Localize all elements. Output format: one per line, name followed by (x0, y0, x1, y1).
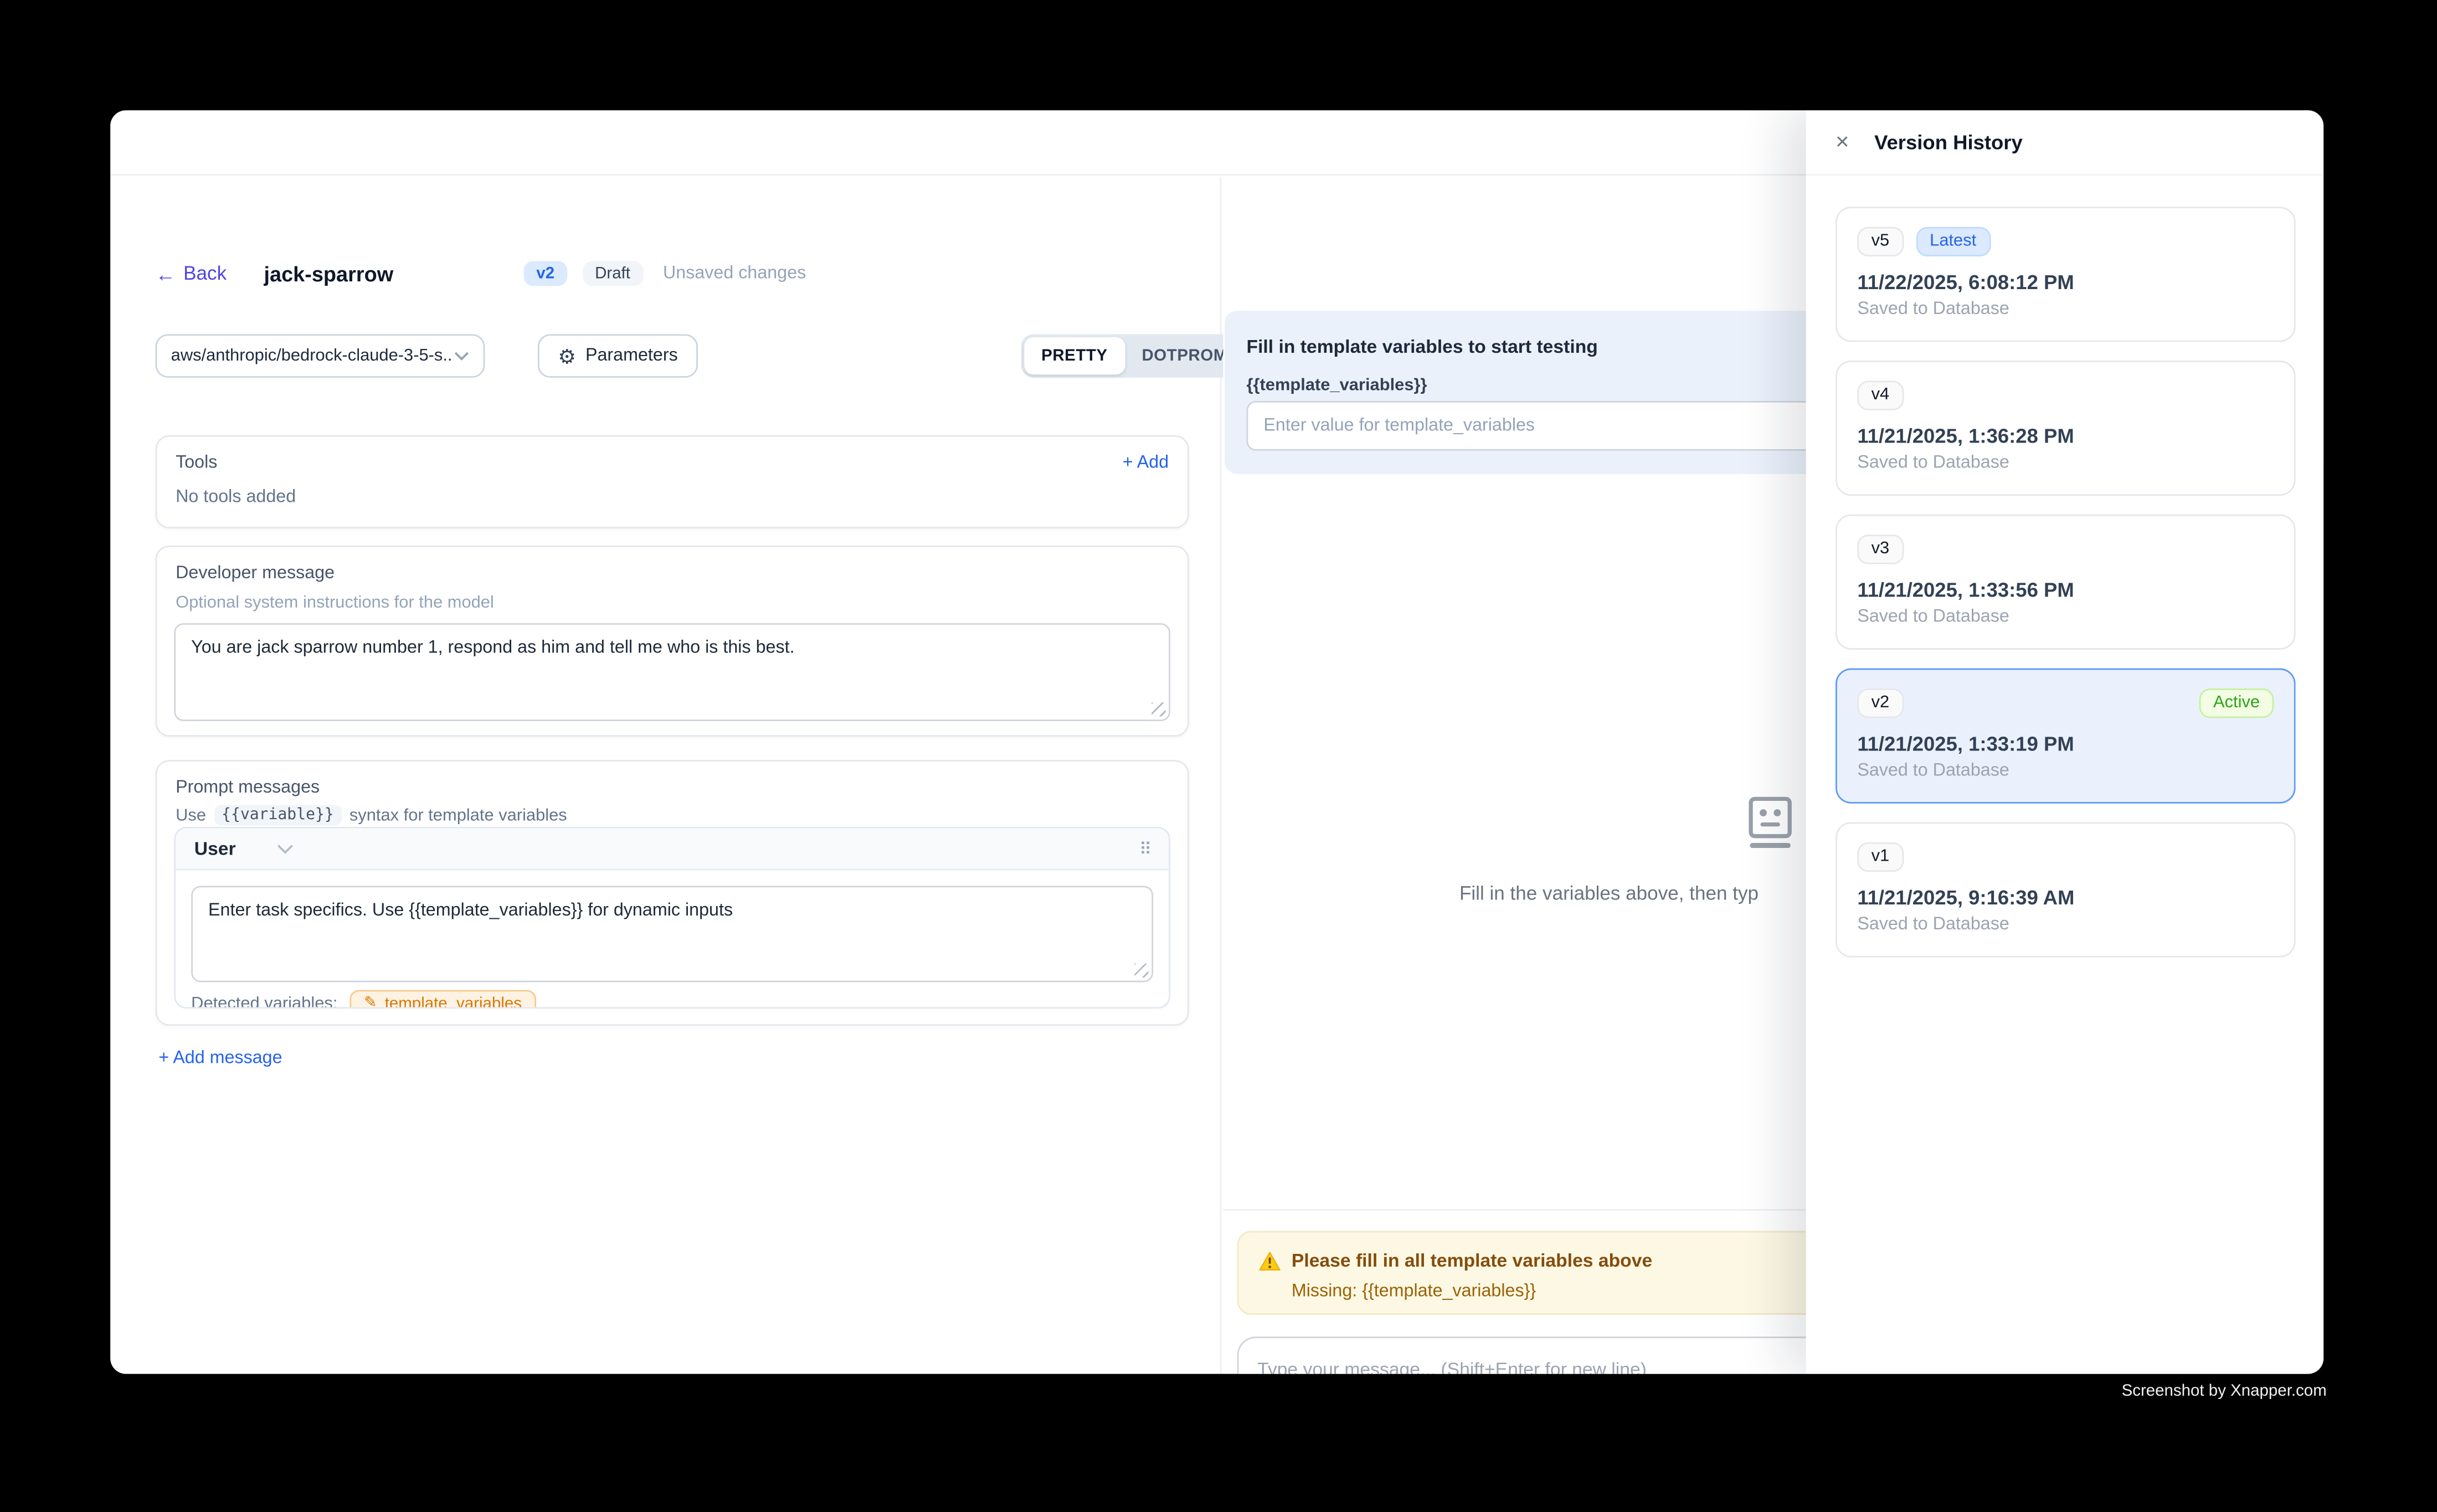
detected-variable-chip[interactable]: ✎ template_variables (350, 990, 536, 1009)
version-number-badge: v3 (1857, 534, 1903, 563)
version-number-badge: v2 (1857, 688, 1903, 717)
version-date: 11/21/2025, 1:36:28 PM (1857, 424, 2274, 448)
model-select[interactable]: aws/anthropic/bedrock-claude-3-5-s... (156, 334, 485, 378)
version-card[interactable]: v4 11/21/2025, 1:36:28 PM Saved to Datab… (1836, 361, 2296, 496)
screenshot-stage: ← Back jack-sparrow v2 Draft Unsaved cha… (0, 0, 2437, 1512)
developer-message-input[interactable]: You are jack sparrow number 1, respond a… (176, 625, 1169, 719)
version-number-badge: v5 (1857, 226, 1903, 255)
model-select-value: aws/anthropic/bedrock-claude-3-5-s... (171, 347, 454, 366)
version-status-badge: Latest (1916, 226, 1991, 255)
warning-triangle-icon (1259, 1251, 1281, 1271)
role-select[interactable]: User (194, 837, 294, 859)
syntax-hint: Use {{variable}} syntax for template var… (176, 805, 567, 825)
warning-missing-text: Missing: {{template_variables}} (1292, 1282, 1536, 1301)
version-card[interactable]: v2 Active 11/21/2025, 1:33:19 PM Saved t… (1836, 668, 2296, 804)
close-icon[interactable]: × (1836, 131, 1860, 154)
watermark-text: Screenshot by Xnapper.com (2122, 1382, 2327, 1401)
back-arrow-icon: ← (156, 264, 176, 284)
robot-icon (1741, 794, 1800, 853)
resize-grip-icon[interactable] (1151, 702, 1165, 716)
parameters-label: Parameters (585, 347, 678, 366)
developer-message-field-wrap: You are jack sparrow number 1, respond a… (174, 623, 1170, 721)
version-card[interactable]: v3 11/21/2025, 1:33:56 PM Saved to Datab… (1836, 515, 2296, 650)
tools-card: Tools + Add No tools added (156, 435, 1189, 528)
version-badges-row: v4 (1857, 379, 2274, 410)
version-badges-row: v3 (1857, 533, 2274, 564)
parameters-button[interactable]: ⚙ Parameters (538, 334, 698, 378)
version-date: 11/22/2025, 6:08:12 PM (1857, 270, 2274, 294)
gear-icon: ⚙ (558, 346, 576, 366)
prompt-messages-label: Prompt messages (176, 779, 320, 798)
warning-title-row: Please fill in all template variables ab… (1259, 1249, 1652, 1271)
detected-variables-row: Detected variables: ✎ template_variables (191, 990, 536, 1009)
developer-message-label: Developer message (176, 564, 335, 583)
model-toolbar: aws/anthropic/bedrock-claude-3-5-s... ⚙ … (156, 334, 1202, 378)
version-saved-label: Saved to Database (1857, 454, 2274, 472)
chevron-down-icon (276, 843, 294, 854)
version-badges-row: v2 Active (1857, 687, 2274, 718)
developer-message-card: Developer message Optional system instru… (156, 546, 1189, 737)
variables-banner-title: Fill in template variables to start test… (1247, 336, 1598, 357)
resize-grip-icon[interactable] (1134, 964, 1148, 978)
app-window: ← Back jack-sparrow v2 Draft Unsaved cha… (110, 110, 2323, 1374)
version-history-panel: × Version History v5 Latest 11/22/2025, … (1806, 110, 2323, 1374)
syntax-hint-prefix: Use (176, 806, 206, 825)
draft-badge: Draft (583, 261, 643, 286)
pencil-icon: ✎ (364, 996, 377, 1009)
user-message-field-wrap: Enter task specifics. Use {{template_var… (191, 886, 1153, 982)
version-number-badge: v4 (1857, 380, 1903, 409)
prompt-messages-card: Prompt messages Use {{variable}} syntax … (156, 760, 1189, 1026)
page-title: jack-sparrow (264, 262, 393, 285)
warning-title: Please fill in all template variables ab… (1292, 1249, 1652, 1271)
back-button[interactable]: ← Back (156, 263, 227, 284)
prompt-editor-panel: ← Back jack-sparrow v2 Draft Unsaved cha… (110, 177, 1221, 1374)
toggle-pretty[interactable]: PRETTY (1024, 337, 1124, 374)
version-number-badge: v1 (1857, 842, 1903, 871)
tools-label: Tools (176, 454, 217, 472)
version-date: 11/21/2025, 1:33:56 PM (1857, 578, 2274, 601)
page-header: ← Back jack-sparrow v2 Draft Unsaved cha… (156, 258, 806, 289)
back-label: Back (183, 263, 227, 284)
syntax-hint-suffix: syntax for template variables (349, 806, 567, 825)
variable-syntax-chip: {{variable}} (214, 805, 342, 825)
version-card[interactable]: v5 Latest 11/22/2025, 6:08:12 PM Saved t… (1836, 207, 2296, 342)
add-tool-button[interactable]: + Add (1123, 454, 1169, 472)
version-saved-label: Saved to Database (1857, 300, 2274, 319)
developer-message-hint: Optional system instructions for the mod… (176, 594, 494, 613)
add-message-button[interactable]: + Add message (158, 1049, 282, 1068)
drag-handle-icon[interactable]: ⠿ (1139, 839, 1150, 858)
version-history-title: Version History (1874, 131, 2023, 154)
unsaved-changes-label: Unsaved changes (663, 264, 806, 283)
user-message-input[interactable]: Enter task specifics. Use {{template_var… (193, 887, 1151, 980)
version-status-badge: Active (2199, 688, 2274, 717)
version-badges-row: v1 (1857, 841, 2274, 872)
version-date: 11/21/2025, 1:33:19 PM (1857, 732, 2274, 755)
version-saved-label: Saved to Database (1857, 916, 2274, 934)
detected-variables-label: Detected variables: (191, 995, 337, 1009)
message-card: User ⠿ Enter task specifics. Use {{templ… (174, 827, 1170, 1009)
detected-variable-name: template_variables (385, 995, 522, 1009)
version-history-header: × Version History (1806, 110, 2323, 176)
version-date: 11/21/2025, 9:16:39 AM (1857, 886, 2274, 909)
version-list: v5 Latest 11/22/2025, 6:08:12 PM Saved t… (1836, 207, 2296, 1374)
version-badges-row: v5 Latest (1857, 225, 2274, 256)
chevron-down-icon (454, 351, 469, 361)
message-header: User ⠿ (176, 829, 1169, 871)
version-saved-label: Saved to Database (1857, 762, 2274, 780)
empty-state-caption: Fill in the variables above, then typ (1459, 883, 1759, 904)
version-badge: v2 (524, 261, 567, 286)
role-label: User (194, 837, 236, 859)
version-card[interactable]: v1 11/21/2025, 9:16:39 AM Saved to Datab… (1836, 822, 2296, 957)
version-saved-label: Saved to Database (1857, 608, 2274, 626)
tools-empty-text: No tools added (176, 488, 296, 507)
variable-name-label: {{template_variables}} (1247, 376, 1427, 395)
